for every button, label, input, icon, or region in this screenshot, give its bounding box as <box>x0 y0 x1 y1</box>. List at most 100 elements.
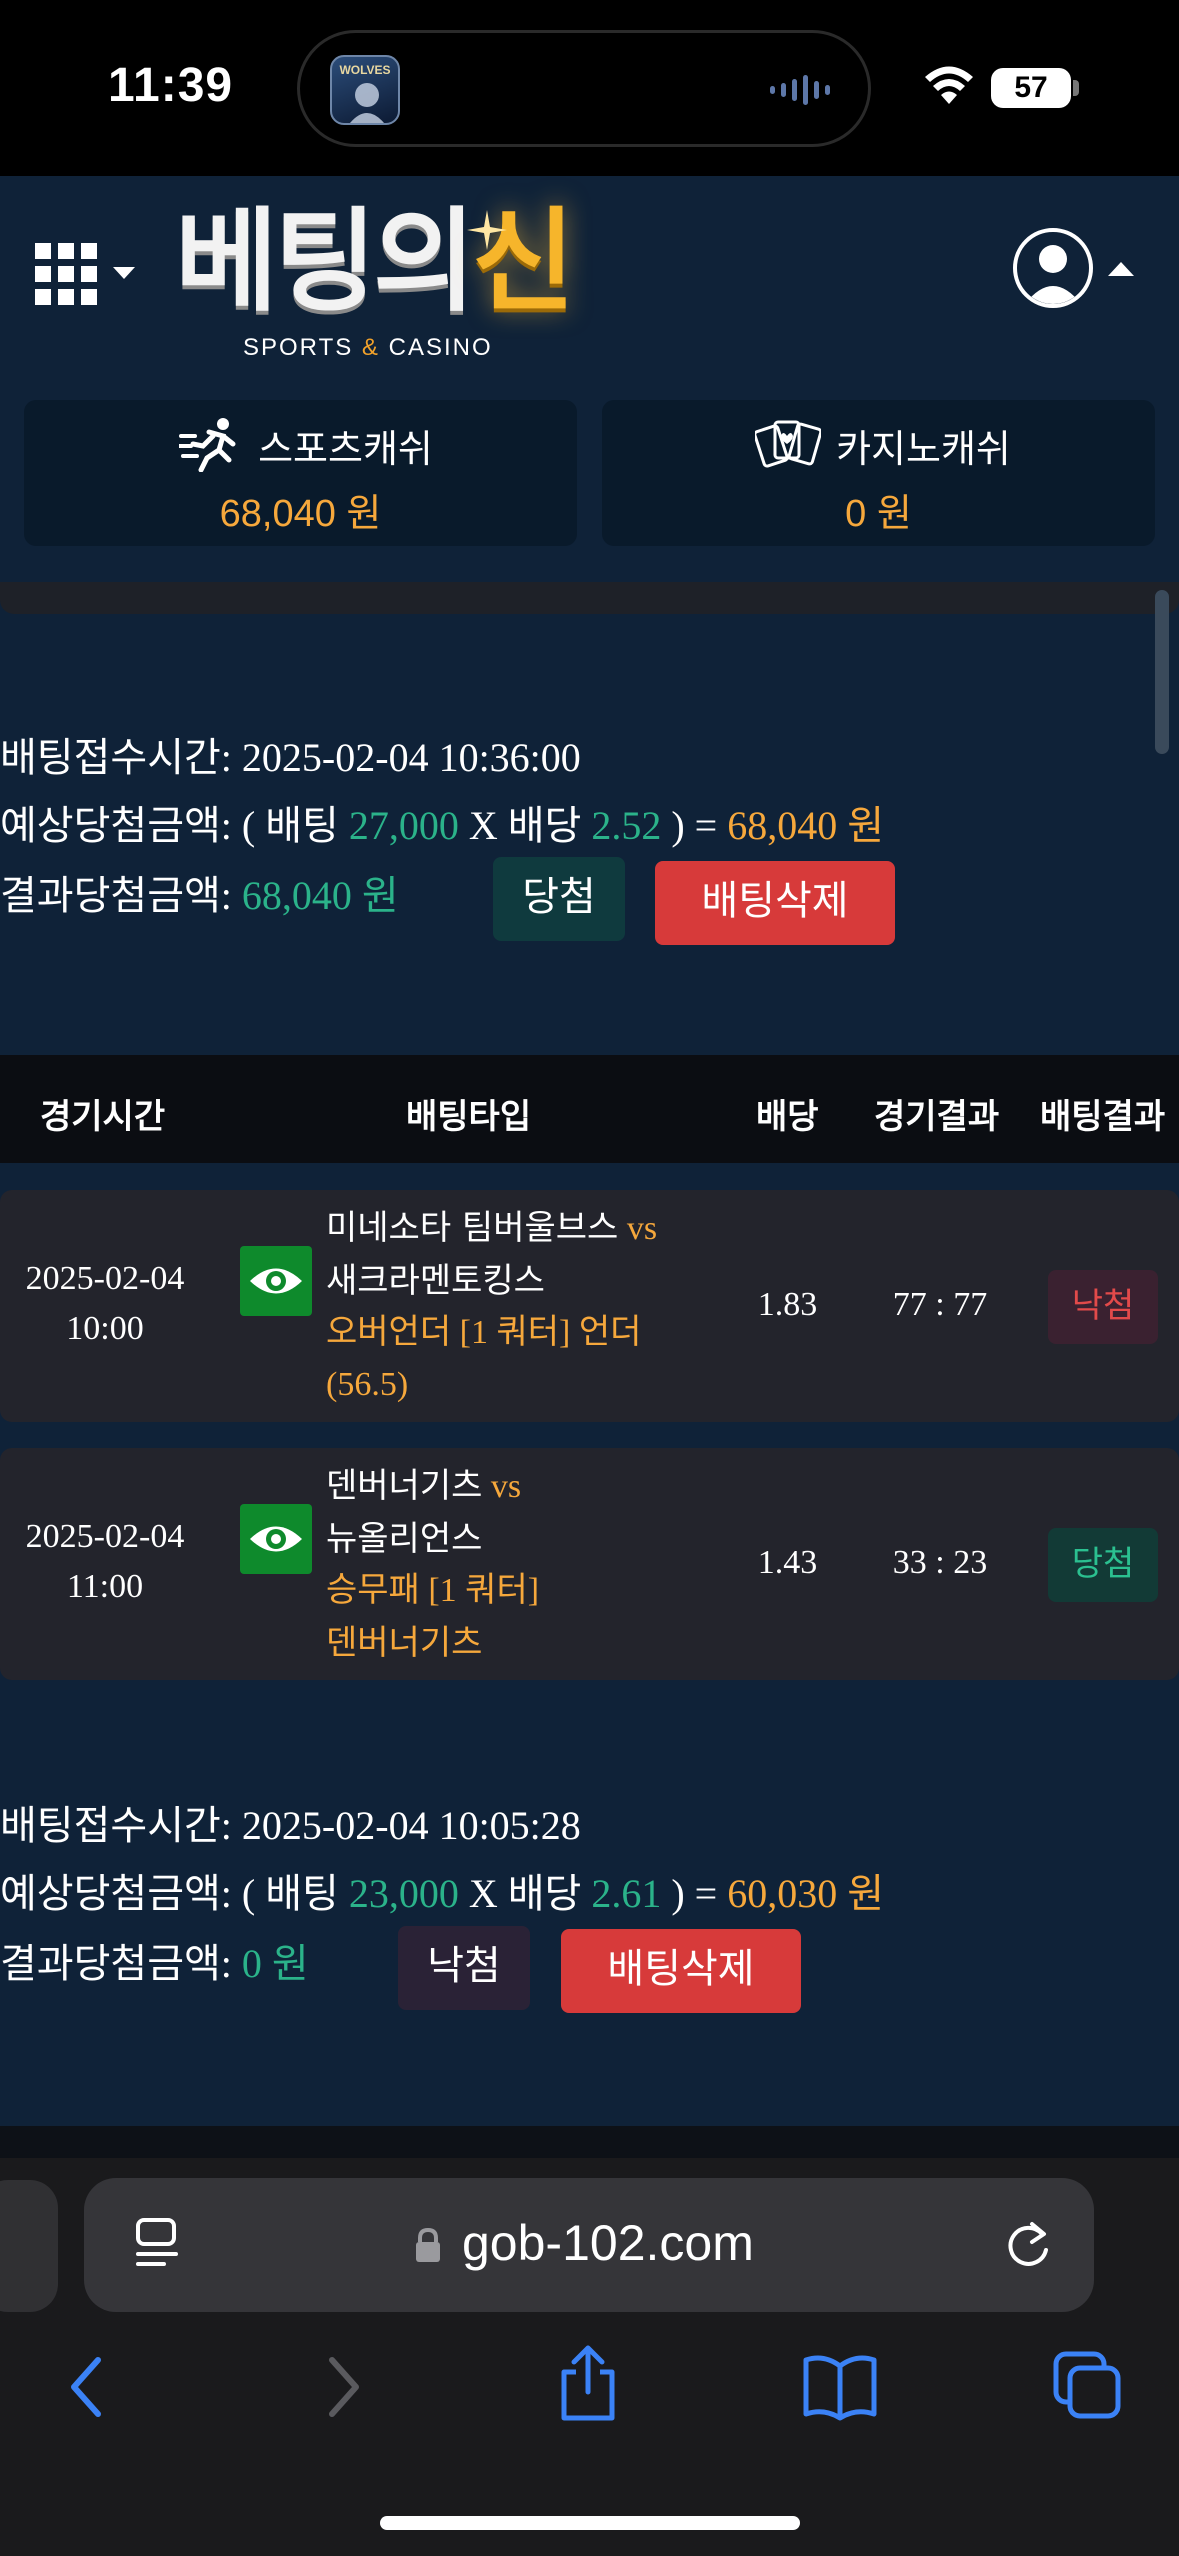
site-logo[interactable]: 베팅의신 SPORTS & CASINO <box>175 206 595 366</box>
now-playing-artwork: WOLVES <box>330 55 400 125</box>
result-amount: 68,040 원 <box>241 873 399 918</box>
page-bottom-edge <box>0 2126 1179 2158</box>
stake-value: 23,000 <box>348 1871 459 1916</box>
browser-nav-row <box>0 2328 1179 2448</box>
col-odds: 배당 <box>756 1098 819 1136</box>
odds-value: 2.61 <box>591 1871 662 1916</box>
audio-wave-icon <box>770 75 830 105</box>
row-date-time: 11:00 <box>66 1568 144 1605</box>
bet-expected-line: 예상당첨금액: ( 배팅 27,000 X 배당 2.52 ) = 68,040… <box>0 806 884 846</box>
grid-menu-button[interactable] <box>35 243 135 313</box>
expected-amount: 68,040 원 <box>727 803 885 848</box>
sparkle-icon <box>467 210 507 250</box>
reader-mode-icon[interactable] <box>134 2218 184 2274</box>
result-amount: 0 원 <box>241 1941 309 1986</box>
site-header: 베팅의신 SPORTS & CASINO <box>0 176 1179 376</box>
row-bet-type: 덴버너기츠 vs 뉴올리언스 승무패 [1 쿼터] 덴버너기츠 <box>326 1460 726 1669</box>
home-team: 미네소타 팀버울브스 <box>326 1208 619 1248</box>
bet-time-label: 배팅접수시간: <box>0 735 232 780</box>
delete-bet-button[interactable]: 배팅삭제 <box>655 861 895 945</box>
expected-label: 예상당첨금액: <box>0 1871 232 1916</box>
address-bar[interactable]: gob-102.com <box>84 2178 1094 2312</box>
view-button[interactable] <box>240 1504 312 1574</box>
bet-pick: 오버언더 [1 쿼터] 언더 <box>326 1314 642 1351</box>
col-game-time: 경기시간 <box>40 1098 166 1136</box>
previous-row-edge <box>0 582 1179 614</box>
home-team: 덴버너기츠 <box>326 1466 483 1506</box>
equals-sign: ) = <box>671 803 718 848</box>
wifi-icon <box>925 66 973 104</box>
row-date-time: 10:00 <box>66 1310 144 1347</box>
lock-icon <box>416 2228 440 2262</box>
vs-label: vs <box>490 1468 522 1505</box>
row-date-day: 2025-02-04 <box>25 1260 185 1297</box>
logo-sub-left: SPORTS <box>243 334 354 361</box>
row-result-badge: 당첨 <box>1048 1528 1158 1602</box>
bet-time-line: 배팅접수시간: 2025-02-04 10:36:00 <box>0 738 581 778</box>
bet-time-value: 2025-02-04 10:36:00 <box>241 735 581 780</box>
odds-value: 2.52 <box>591 803 662 848</box>
col-game-result: 경기결과 <box>874 1098 1000 1136</box>
url-text: gob-102.com <box>462 2215 754 2271</box>
sports-cash-label: 스포츠캐쉬 <box>258 429 433 471</box>
casino-cash-label: 카지노캐쉬 <box>836 429 1011 471</box>
tabs-icon[interactable] <box>1052 2350 1124 2422</box>
result-label: 결과당첨금액: <box>0 873 232 918</box>
bet-status-badge: 낙첨 <box>398 1926 530 2010</box>
battery-icon: 57 <box>991 68 1071 108</box>
reload-icon[interactable] <box>1002 2216 1054 2272</box>
logo-subtitle: SPORTS & CASINO <box>243 334 493 362</box>
bookmarks-icon[interactable] <box>800 2352 880 2422</box>
scrollbar[interactable] <box>1155 590 1169 754</box>
table-row: 2025-02-04 11:00 덴버너기츠 vs 뉴올리언스 승무패 [1 쿼… <box>0 1448 1179 1680</box>
vs-label: vs <box>626 1210 658 1247</box>
share-icon[interactable] <box>556 2344 620 2424</box>
home-indicator[interactable] <box>380 2516 800 2530</box>
logo-sub-amp: & <box>361 334 380 361</box>
casino-cash-value: 0 원 <box>845 493 912 535</box>
bet-result-line: 결과당첨금액: 68,040 원 <box>0 876 399 916</box>
odds-prefix: X 배당 <box>468 1871 582 1916</box>
forward-icon[interactable] <box>318 2352 368 2422</box>
row-date-day: 2025-02-04 <box>25 1518 185 1555</box>
logo-main-text: 베팅의 <box>175 199 476 324</box>
previous-tab-preview[interactable] <box>0 2180 58 2312</box>
back-icon[interactable] <box>62 2352 112 2422</box>
user-menu-button[interactable] <box>1013 228 1153 318</box>
row-result-badge: 낙첨 <box>1048 1270 1158 1344</box>
row-date: 2025-02-04 11:00 <box>0 1512 210 1612</box>
bet-status-badge: 당첨 <box>493 857 625 941</box>
delete-bet-button[interactable]: 배팅삭제 <box>561 1929 801 2013</box>
row-bet-type: 미네소타 팀버울브스 vs 새크라멘토킹스 오버언더 [1 쿼터] 언더 (56… <box>326 1202 726 1411</box>
artwork-figure-icon <box>350 83 384 123</box>
equals-sign: ) = <box>671 1871 718 1916</box>
table-row: 2025-02-04 10:00 미네소타 팀버울브스 vs 새크라멘토킹스 오… <box>0 1190 1179 1422</box>
stake-prefix: ( 배팅 <box>241 803 339 848</box>
casino-cash-card[interactable]: 카지노캐쉬 0 원 <box>602 400 1155 546</box>
row-odds: 1.43 <box>757 1544 818 1581</box>
bet-result-line: 결과당첨금액: 0 원 <box>0 1944 309 1984</box>
bet-table-header: 경기시간 배팅타입 배당 경기결과 배팅결과 <box>0 1055 1179 1163</box>
away-team: 뉴올리언스 <box>326 1519 483 1559</box>
away-team: 새크라멘토킹스 <box>326 1261 545 1301</box>
expected-amount: 60,030 원 <box>727 1871 885 1916</box>
odds-prefix: X 배당 <box>468 803 582 848</box>
stake-prefix: ( 배팅 <box>241 1871 339 1916</box>
logo-sub-right: CASINO <box>388 334 493 361</box>
sports-cash-card[interactable]: 스포츠캐쉬 68,040 원 <box>24 400 577 546</box>
row-score: 77 : 77 <box>892 1286 988 1323</box>
sports-cash-value: 68,040 원 <box>219 493 382 535</box>
browser-toolbar: gob-102.com <box>0 2158 1179 2556</box>
bet-pick-detail: (56.5) <box>326 1366 409 1403</box>
bet-pick: 승무패 [1 쿼터] <box>326 1572 540 1609</box>
col-bet-result: 배팅결과 <box>1040 1098 1166 1136</box>
dynamic-island[interactable]: WOLVES <box>297 30 871 147</box>
row-odds: 1.83 <box>757 1286 818 1323</box>
chevron-down-icon <box>113 267 135 279</box>
bet-time-label: 배팅접수시간: <box>0 1803 232 1848</box>
logo-wordmark: 베팅의신 <box>175 206 575 318</box>
user-avatar-icon <box>1013 228 1093 308</box>
eye-icon <box>250 1526 302 1552</box>
row-date: 2025-02-04 10:00 <box>0 1254 210 1354</box>
view-button[interactable] <box>240 1246 312 1316</box>
